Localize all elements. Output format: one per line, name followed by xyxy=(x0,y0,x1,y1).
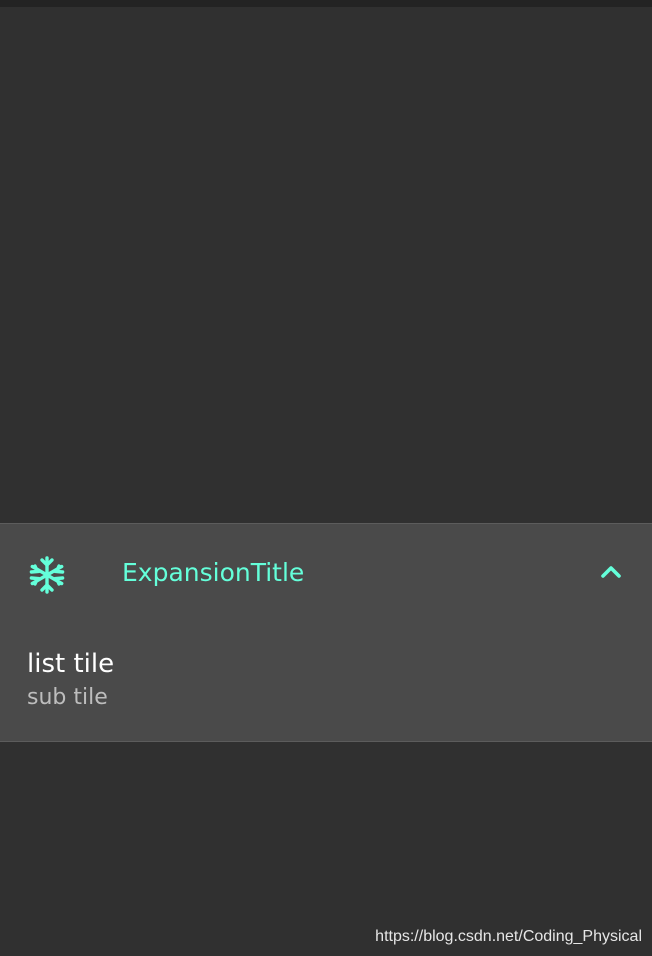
status-bar xyxy=(0,0,652,7)
watermark-url: https://blog.csdn.net/Coding_Physical xyxy=(375,928,642,945)
expansion-tile: ExpansionTitle list tile sub tile xyxy=(0,523,652,742)
list-tile-title: list tile xyxy=(27,649,115,679)
expansion-tile-title: ExpansionTitle xyxy=(122,558,305,587)
list-tile-subtitle: sub tile xyxy=(27,685,108,710)
chevron-up-icon[interactable] xyxy=(596,557,626,587)
snowflake-icon xyxy=(28,556,66,594)
list-tile[interactable]: list tile sub tile xyxy=(0,642,652,722)
expansion-tile-header[interactable]: ExpansionTitle xyxy=(0,524,652,622)
